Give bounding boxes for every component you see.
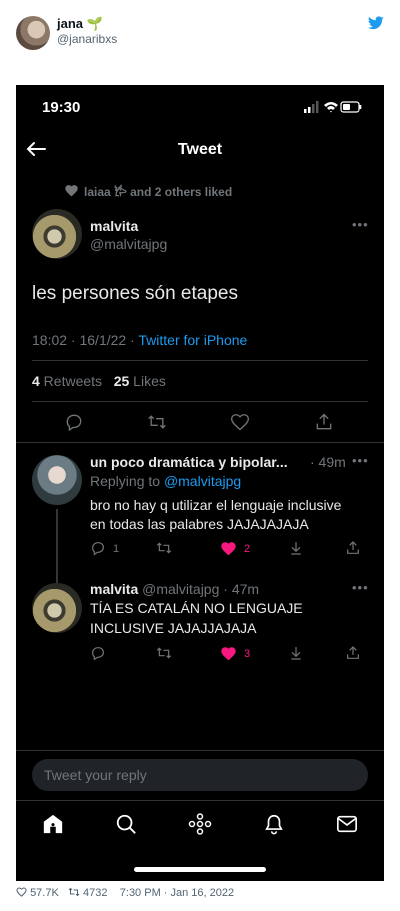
search-icon[interactable] <box>115 813 137 835</box>
reply-count: 1 <box>113 543 120 555</box>
divider <box>16 800 384 801</box>
retweets-stat[interactable]: 4 Retweets <box>32 373 102 389</box>
divider <box>16 442 384 443</box>
likes-stat[interactable]: 25 Likes <box>114 373 166 389</box>
heart-icon[interactable] <box>16 887 27 897</box>
main-tweet-name[interactable]: malvita <box>90 218 138 234</box>
wifi-icon <box>324 102 338 113</box>
tweet-screenshot: 19:30 Tweet laiaa 𐂂 and 2 others liked m… <box>16 85 384 881</box>
page-title: Tweet <box>177 141 223 158</box>
reply-text-line: TÍA ES CATALÁN NO LENGUAJE <box>90 600 303 616</box>
more-options-icon[interactable]: ••• <box>352 580 369 595</box>
avatar[interactable] <box>32 209 82 259</box>
retweet-icon[interactable] <box>156 645 172 661</box>
embed-footer: 57.7K 4732 7:30 PM · Jan 16, 2022 <box>16 887 234 899</box>
retweet-icon[interactable] <box>156 540 172 556</box>
author-avatar[interactable] <box>16 16 50 50</box>
download-icon[interactable] <box>288 645 304 661</box>
more-options-icon[interactable]: ••• <box>352 217 369 232</box>
heart-icon <box>65 185 78 197</box>
reply-icon[interactable] <box>90 540 106 556</box>
liked-heart-icon[interactable] <box>220 541 237 556</box>
liked-heart-icon[interactable] <box>220 646 237 661</box>
reply-text-line: bro no hay q utilizar el lenguaje inclus… <box>90 497 342 513</box>
share-icon[interactable] <box>345 645 361 661</box>
retweet-count: 4732 <box>83 887 108 899</box>
main-tweet-time: 18:02 · 16/1/22 · <box>32 332 139 348</box>
engagement-stats: 4 Retweets 25 Likes <box>32 373 166 389</box>
main-tweet-handle[interactable]: @malvitajpg <box>90 236 167 252</box>
share-icon[interactable] <box>345 540 361 556</box>
twitter-bird-icon[interactable] <box>368 16 384 30</box>
like-count: 57.7K <box>30 887 59 899</box>
reply-time: @malvitajpg · 47m <box>142 581 260 597</box>
battery-icon <box>340 101 362 113</box>
tweet-source-link[interactable]: Twitter for iPhone <box>138 332 247 348</box>
main-tweet-text: les persones són etapes <box>32 283 238 304</box>
signal-icon <box>304 101 319 113</box>
like-icon[interactable] <box>230 412 250 432</box>
divider <box>32 401 368 402</box>
like-count: 2 <box>244 543 251 555</box>
reply-header: malvita @malvitajpg · 47m <box>90 581 259 597</box>
social-context[interactable]: laiaa 𐂂 and 2 others liked <box>84 183 232 200</box>
retweet-icon[interactable] <box>147 412 167 432</box>
retweet-icon[interactable] <box>68 887 80 897</box>
download-icon[interactable] <box>288 540 304 556</box>
like-count: 3 <box>244 648 251 660</box>
reply-time: · 49m <box>310 454 346 470</box>
timestamp[interactable]: 7:30 PM · Jan 16, 2022 <box>120 887 234 899</box>
author-handle[interactable]: @janaribxs <box>57 32 117 46</box>
divider <box>16 750 384 751</box>
share-icon[interactable] <box>314 412 334 432</box>
spaces-icon[interactable] <box>188 813 212 835</box>
messages-icon[interactable] <box>336 814 358 834</box>
main-tweet-meta: 18:02 · 16/1/22 · Twitter for iPhone <box>32 332 247 348</box>
home-indicator <box>134 867 266 872</box>
reply-icon[interactable] <box>64 412 84 432</box>
reply-icon[interactable] <box>90 645 106 661</box>
notifications-icon[interactable] <box>263 813 285 835</box>
home-icon[interactable] <box>42 813 64 835</box>
avatar[interactable] <box>32 455 82 505</box>
more-options-icon[interactable]: ••• <box>352 453 369 468</box>
author-name[interactable]: jana 🌱 <box>57 16 103 32</box>
reply-text-line: INCLUSIVE JAJAJJAJAJA <box>90 620 257 636</box>
avatar[interactable] <box>32 583 82 633</box>
status-time: 19:30 <box>42 99 81 116</box>
mention-link[interactable]: @malvitajpg <box>164 473 241 489</box>
status-icons <box>304 101 362 113</box>
reply-text-line: en todas las palabres JAJAJAJAJA <box>90 516 309 532</box>
thread-line <box>56 509 58 589</box>
divider <box>32 360 368 361</box>
reply-author-name[interactable]: malvita <box>90 581 138 597</box>
reply-author-name[interactable]: un poco dramática y bipolar... <box>90 454 288 470</box>
reply-input[interactable]: Tweet your reply <box>32 759 368 791</box>
replying-to: Replying to @malvitajpg <box>90 473 242 489</box>
